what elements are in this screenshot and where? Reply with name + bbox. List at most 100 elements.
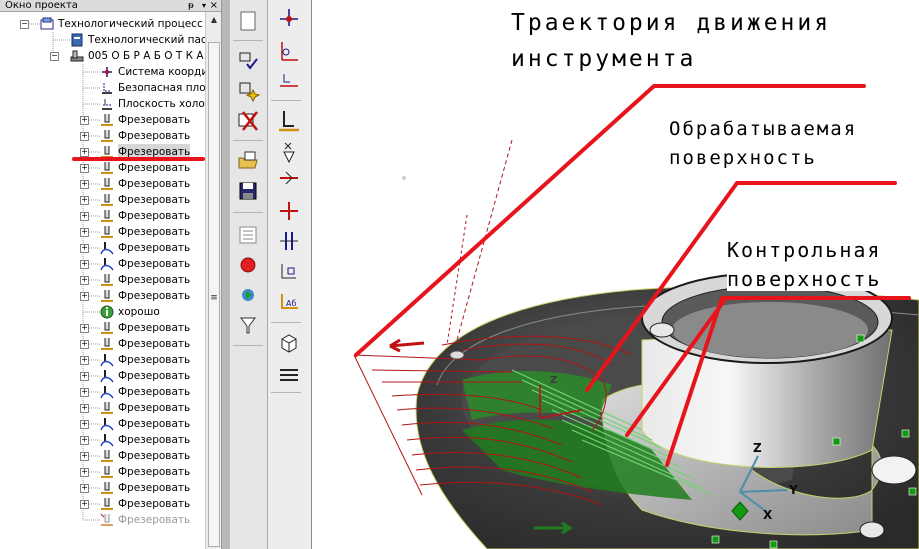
expand-icon[interactable]: + (80, 164, 89, 173)
close-icon[interactable]: × (210, 0, 218, 12)
expand-icon[interactable]: + (80, 292, 89, 301)
project-tree[interactable]: − Технологический процесс Технологический … (0, 16, 205, 549)
pin-icon[interactable]: ᵽ (188, 0, 194, 12)
idle-plane-icon (102, 99, 112, 110)
select-star-icon[interactable] (234, 78, 262, 104)
tree-item-label: Фрезеровать (118, 194, 191, 206)
tree-item[interactable]: + Фрезеровать (0, 160, 205, 176)
expand-icon[interactable]: + (80, 468, 89, 477)
tree-item[interactable]: Фрезеровать (0, 512, 205, 528)
tree-item[interactable]: Система координат (0, 64, 205, 80)
tree-item[interactable]: + Фрезеровать (0, 224, 205, 240)
tree-item[interactable]: + Фрезеровать (0, 496, 205, 512)
tree-item[interactable]: + Фрезеровать (0, 448, 205, 464)
tree-item[interactable]: + Фрезеровать (0, 352, 205, 368)
filter-icon[interactable] (234, 312, 262, 338)
expand-icon[interactable]: + (80, 228, 89, 237)
tree-item[interactable]: + Фрезеровать (0, 368, 205, 384)
tree-item-label: Технологический процесс (58, 18, 203, 30)
expand-icon[interactable]: + (80, 436, 89, 445)
new-document-icon[interactable] (234, 8, 262, 34)
expand-icon[interactable]: + (80, 244, 89, 253)
tree-item[interactable]: Безопасная плоскость (0, 80, 205, 96)
collapse-icon[interactable]: − (20, 20, 29, 29)
tree-item[interactable]: Плоскость холостых (0, 96, 205, 112)
tree-item[interactable]: − 005 О Б Р А Б О Т К А (0, 48, 205, 64)
expand-icon[interactable]: + (80, 372, 89, 381)
depth-tool-icon[interactable] (275, 258, 303, 284)
mill-icon (101, 130, 113, 142)
select-check-icon[interactable] (234, 48, 262, 74)
coordsys-tool-icon[interactable] (275, 6, 303, 32)
record-icon[interactable] (234, 252, 262, 278)
dropdown-icon[interactable]: ▾ (202, 0, 206, 12)
expand-icon[interactable]: + (80, 484, 89, 493)
tree-item[interactable]: хорошо (0, 304, 205, 320)
play-icon[interactable] (234, 282, 262, 308)
tree-item[interactable]: + Фрезеровать (0, 272, 205, 288)
annotation-control-line1: Контрольная (727, 238, 882, 262)
expand-icon[interactable]: + (80, 500, 89, 509)
tree-item[interactable]: + Фрезеровать (0, 256, 205, 272)
axis-y-label: Y (788, 483, 798, 497)
tree-item[interactable]: + Фрезеровать (0, 288, 205, 304)
expand-icon[interactable]: + (80, 356, 89, 365)
tree-item[interactable]: Технологический паспорт (0, 32, 205, 48)
tree-item[interactable]: + Фрезеровать (0, 112, 205, 128)
safe-plane-tool-icon[interactable] (275, 38, 303, 64)
collapse-icon[interactable]: − (50, 52, 59, 61)
tree-item[interactable]: + Фрезеровать (0, 432, 205, 448)
expand-icon[interactable]: + (80, 404, 89, 413)
expand-icon[interactable]: + (80, 452, 89, 461)
expand-icon[interactable]: + (80, 180, 89, 189)
point-tool-icon[interactable] (275, 198, 303, 224)
tree-item[interactable]: + Фрезеровать (0, 400, 205, 416)
layers-tool-icon[interactable] (275, 362, 303, 388)
idle-plane-tool-icon[interactable] (275, 68, 303, 94)
expand-icon[interactable]: + (80, 132, 89, 141)
mill-tool-icon[interactable] (275, 108, 303, 134)
expand-icon[interactable]: + (80, 276, 89, 285)
expand-icon[interactable]: + (80, 340, 89, 349)
open-folder-icon[interactable] (234, 148, 262, 174)
tree-item-label: Технологический паспорт (88, 34, 205, 46)
save-icon[interactable] (234, 178, 262, 204)
drill-tool-icon[interactable] (275, 140, 303, 166)
tree-item[interactable]: + Фрезеровать (0, 320, 205, 336)
tree-item[interactable]: + Фрезеровать (0, 208, 205, 224)
expand-icon[interactable]: + (80, 324, 89, 333)
tree-item[interactable]: + Фрезеровать (0, 480, 205, 496)
tree-item[interactable]: + Фрезеровать (0, 384, 205, 400)
expand-icon[interactable]: + (80, 212, 89, 221)
tree-item[interactable]: − Технологический процесс (0, 16, 205, 32)
mill-surface-icon (100, 258, 114, 271)
svg-text:Аб: Аб (286, 299, 296, 308)
tree-item[interactable]: + Фрезеровать (0, 176, 205, 192)
mill-icon (101, 498, 113, 510)
splitter-bar[interactable] (222, 0, 230, 549)
expand-icon[interactable]: + (80, 260, 89, 269)
gap-tool-icon[interactable] (275, 228, 303, 254)
expand-icon[interactable]: + (80, 116, 89, 125)
tree-item[interactable]: + Фрезеровать (0, 240, 205, 256)
expand-icon[interactable]: + (80, 388, 89, 397)
delete-cross-icon[interactable] (234, 108, 262, 134)
tree-item[interactable]: + Фрезеровать (0, 416, 205, 432)
ab-tool-icon[interactable]: Аб (275, 290, 303, 316)
tree-item[interactable]: + Фрезеровать (0, 336, 205, 352)
tree-scrollbar[interactable]: ▲ ≡ (205, 12, 221, 549)
tree-item-label: Фрезеровать (118, 210, 191, 222)
list-view-icon[interactable] (234, 222, 262, 248)
tree-item[interactable]: + Фрезеровать (0, 128, 205, 144)
cube-view-icon[interactable] (275, 330, 303, 356)
expand-icon[interactable]: + (80, 420, 89, 429)
annotation-machined-line1: Обрабатываемая (669, 118, 858, 140)
expand-icon[interactable]: + (80, 196, 89, 205)
expand-icon[interactable]: + (80, 148, 89, 157)
tree-item[interactable]: + Фрезеровать (0, 464, 205, 480)
tree-item[interactable]: + Фрезеровать (0, 192, 205, 208)
scroll-up-icon[interactable]: ▲ (208, 14, 220, 26)
tree-item-label: Фрезеровать (118, 338, 191, 350)
3d-viewport[interactable]: Z Z Y X Траектория движения инструмента … (312, 0, 919, 549)
lathe-tool-icon[interactable] (275, 168, 303, 194)
